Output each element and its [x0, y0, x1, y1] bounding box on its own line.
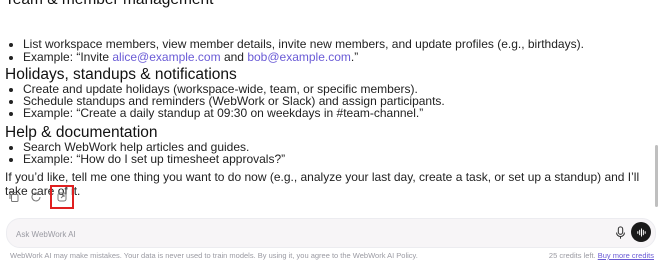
email-link-bob[interactable]: bob@example.com	[247, 50, 351, 64]
disclaimer-text: WebWork AI may make mistakes. Your data …	[10, 251, 418, 260]
list-item: Example: “Create a daily standup at 09:3…	[23, 107, 445, 119]
buy-more-credits-link[interactable]: Buy more credits	[598, 251, 654, 260]
email-link-alice[interactable]: alice@example.com	[112, 50, 220, 64]
regenerate-icon	[31, 191, 41, 202]
regenerate-button[interactable]	[26, 187, 46, 207]
scrollbar-thumb[interactable]	[655, 145, 658, 207]
list-item: Example: “How do I set up timesheet appr…	[23, 153, 285, 165]
waveform-icon	[636, 227, 646, 237]
help-list: Search WebWork help articles and guides.…	[5, 141, 285, 165]
microphone-button[interactable]	[613, 225, 627, 241]
footer: WebWork AI may make mistakes. Your data …	[10, 251, 654, 260]
chat-input-bar	[6, 218, 656, 248]
team-list: List workspace members, view member deta…	[5, 38, 584, 63]
share-icon	[57, 192, 67, 202]
copy-icon	[9, 192, 19, 202]
copy-button[interactable]	[4, 187, 24, 207]
section-heading-team: Team & member management	[5, 0, 213, 9]
voice-mode-button[interactable]	[631, 222, 651, 242]
example-and: and	[220, 49, 248, 64]
example-suffix: .”	[350, 49, 359, 64]
list-item: Example: “Invite alice@example.com and b…	[23, 51, 584, 63]
holidays-list: Create and update holidays (workspace-wi…	[5, 83, 445, 119]
list-item: List workspace members, view member deta…	[23, 38, 584, 50]
share-button[interactable]	[50, 185, 74, 209]
closing-text: If you’d like, tell me one thing you wan…	[5, 170, 640, 198]
credits-left: 25 credits left.	[548, 251, 596, 260]
example-prefix: Example: “Invite	[23, 49, 113, 64]
message-actions	[4, 185, 76, 209]
microphone-icon	[615, 226, 625, 239]
credits-info: 25 credits left. Buy more credits	[549, 251, 654, 260]
chat-input[interactable]	[14, 225, 598, 243]
